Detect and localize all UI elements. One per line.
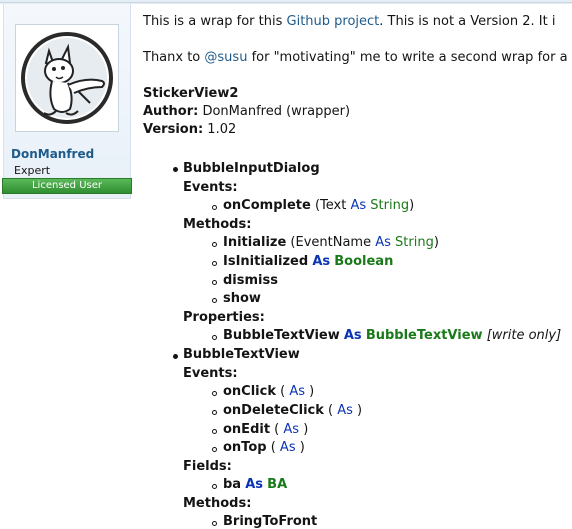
properties-heading: Properties: bbox=[183, 310, 265, 325]
property-bubbletextview: BubbleTextView As BubbleTextView [write … bbox=[223, 328, 562, 343]
bullet bbox=[173, 354, 178, 359]
bullet bbox=[212, 261, 217, 266]
event-onedit: onEdit ( As ) bbox=[223, 422, 309, 437]
event-oncomplete: onComplete (Text As String) bbox=[223, 198, 415, 213]
event-ontop: onTop ( As ) bbox=[223, 440, 305, 455]
event-onclick: onClick ( As ) bbox=[223, 384, 315, 399]
bullet bbox=[212, 335, 217, 340]
bullet bbox=[212, 280, 217, 285]
field-ba: ba As BA bbox=[223, 477, 288, 492]
bullet bbox=[212, 298, 217, 303]
method-show: show bbox=[223, 291, 261, 306]
bullet bbox=[212, 205, 217, 210]
event-ondeleteclick: onDeleteClick ( As ) bbox=[223, 403, 363, 418]
class-bubbleinputdialog: BubbleInputDialog bbox=[183, 161, 320, 176]
bullet bbox=[212, 447, 217, 452]
methods-heading: Methods: bbox=[183, 217, 252, 232]
fields-heading: Fields: bbox=[183, 459, 232, 474]
bullet bbox=[173, 167, 178, 172]
methods-heading: Methods: bbox=[183, 496, 252, 511]
bullet bbox=[212, 391, 217, 396]
method-dismiss: dismiss bbox=[223, 273, 278, 288]
bullet bbox=[212, 521, 217, 526]
events-heading: Events: bbox=[183, 180, 238, 195]
method-isinitialized: IsInitialized As Boolean bbox=[223, 254, 394, 269]
bullet bbox=[212, 242, 217, 247]
api-tree: BubbleInputDialog Events: onComplete (Te… bbox=[0, 0, 572, 529]
bullet bbox=[212, 484, 217, 489]
events-heading: Events: bbox=[183, 366, 238, 381]
method-initialize: Initialize (EventName As String) bbox=[223, 235, 439, 250]
bullet bbox=[212, 429, 217, 434]
method-bringtofront: BringToFront bbox=[223, 514, 318, 529]
bullet bbox=[212, 410, 217, 415]
class-bubbletextview: BubbleTextView bbox=[183, 347, 300, 362]
